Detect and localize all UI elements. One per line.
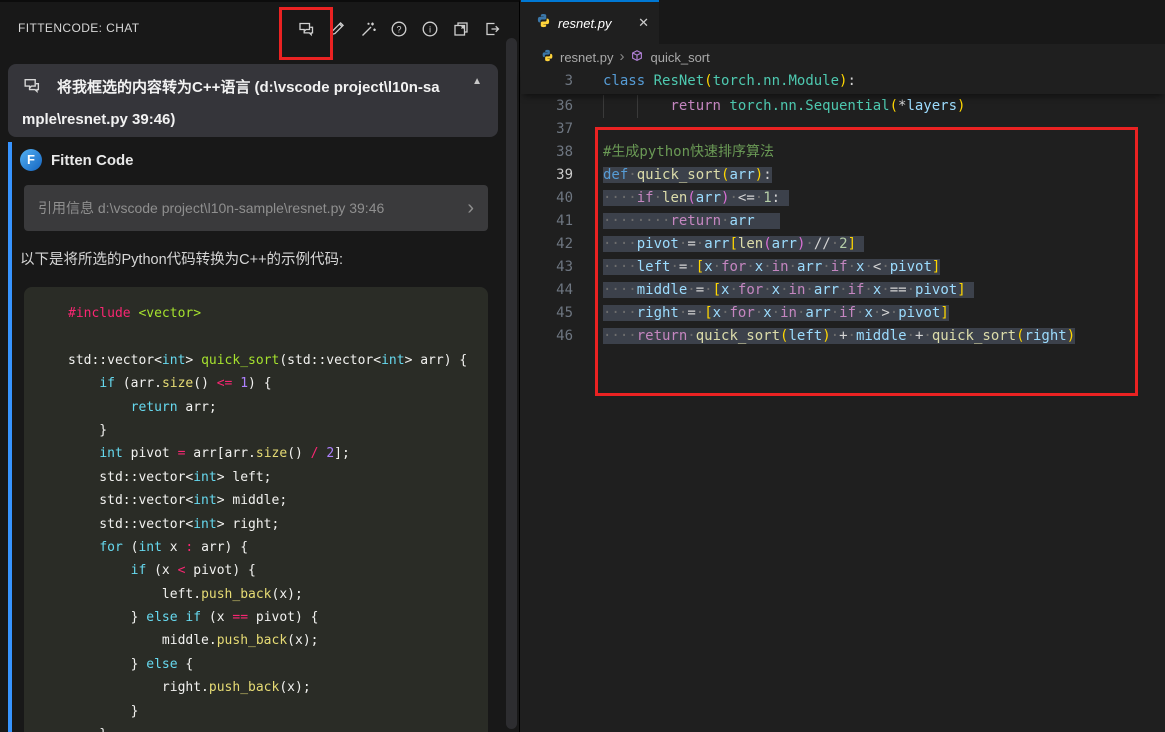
- author-name: Fitten Code: [51, 152, 134, 169]
- question-text: 将我框选的内容转为C++语言 (d:\vscode project\l10n-s…: [22, 72, 468, 136]
- tab-resnet-py[interactable]: resnet.py ✕: [521, 0, 659, 44]
- class-cube-icon: [630, 49, 644, 66]
- editor-tab-bar: resnet.py ✕: [521, 0, 1165, 44]
- annotation-box-selected-code: [595, 127, 1138, 396]
- annotation-box-chat-icon: [279, 7, 333, 60]
- chevron-right-icon: ›: [467, 201, 474, 215]
- close-windows-icon[interactable]: [452, 20, 470, 38]
- svg-text:i: i: [429, 25, 431, 36]
- chat-bubbles-icon: [22, 75, 41, 92]
- python-icon: [541, 49, 554, 65]
- chevron-right-icon: ›: [619, 52, 624, 62]
- cpp-code-block: #include <vector>std::vector<int> quick_…: [24, 287, 488, 732]
- panel-title: FITTENCODE: CHAT: [18, 21, 140, 35]
- help-circle-icon[interactable]: ?: [390, 20, 408, 38]
- reference-box[interactable]: 引用信息 d:\vscode project\l10n-sample\resne…: [24, 185, 488, 231]
- magic-wand-icon[interactable]: [359, 20, 377, 38]
- question-card[interactable]: 将我框选的内容转为C++语言 (d:\vscode project\l10n-s…: [8, 64, 498, 137]
- breadcrumb-file[interactable]: resnet.py: [560, 50, 613, 65]
- fitten-code-logo: F: [20, 149, 42, 171]
- message-intro: 以下是将所选的Python代码转换为C++的示例代码:: [20, 248, 343, 269]
- message-author-row: F Fitten Code: [20, 149, 134, 171]
- panel-header: FITTENCODE: CHAT ? i: [0, 2, 519, 57]
- python-icon: [536, 13, 551, 33]
- breadcrumb[interactable]: resnet.py › quick_sort: [521, 44, 1165, 70]
- info-circle-icon[interactable]: i: [421, 20, 439, 38]
- breadcrumb-symbol[interactable]: quick_sort: [650, 50, 709, 65]
- svg-text:?: ?: [396, 24, 401, 34]
- fittencode-chat-panel: FITTENCODE: CHAT ? i: [0, 0, 520, 732]
- assistant-message: F Fitten Code 引用信息 d:\vscode project\l10…: [8, 142, 500, 732]
- sign-out-icon[interactable]: [483, 20, 501, 38]
- tab-title: resnet.py: [558, 16, 631, 31]
- collapse-triangle-icon[interactable]: ▲: [472, 76, 482, 87]
- chat-scrollbar[interactable]: [506, 38, 517, 729]
- close-icon[interactable]: ✕: [638, 15, 649, 31]
- sticky-scroll-line[interactable]: 3class ResNet(torch.nn.Module):: [521, 70, 1165, 94]
- reference-text: 引用信息 d:\vscode project\l10n-sample\resne…: [38, 198, 461, 218]
